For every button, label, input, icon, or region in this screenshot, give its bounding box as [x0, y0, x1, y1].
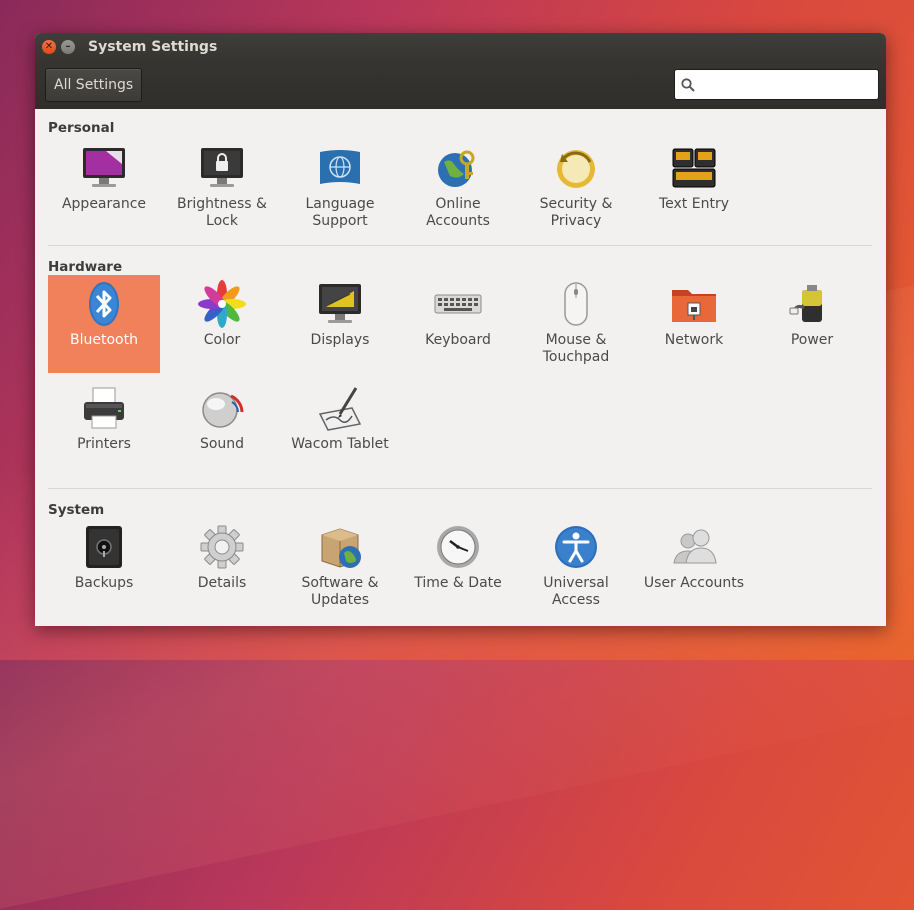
- item-label: Mouse & Touchpad: [542, 332, 610, 365]
- online-accounts-icon: [434, 144, 482, 192]
- user-accounts-icon: [670, 523, 718, 571]
- item-label: Time & Date: [414, 575, 502, 591]
- minimize-button[interactable]: –: [61, 39, 75, 54]
- bluetooth-icon: [80, 280, 128, 328]
- toolbar: All Settings: [35, 60, 886, 109]
- mouse-icon: [552, 280, 600, 328]
- item-universal-access[interactable]: Universal Access: [520, 518, 632, 616]
- item-label: Appearance: [61, 196, 147, 212]
- software-updates-icon: [316, 523, 364, 571]
- settings-panel: Personal Appearance Brightness & Lock La…: [35, 109, 886, 626]
- clock-icon: [434, 523, 482, 571]
- item-power[interactable]: Power: [756, 275, 868, 373]
- power-icon: [788, 280, 836, 328]
- item-language-support[interactable]: Language Support: [284, 139, 396, 237]
- search-input[interactable]: [699, 76, 878, 93]
- search-box[interactable]: [674, 69, 879, 100]
- item-label: Universal Access: [543, 575, 609, 608]
- item-details[interactable]: Details: [166, 518, 278, 616]
- item-color[interactable]: Color: [166, 275, 278, 373]
- item-keyboard[interactable]: Keyboard: [402, 275, 514, 373]
- network-icon: [670, 280, 718, 328]
- item-label: Printers: [77, 436, 131, 452]
- item-online-accounts[interactable]: Online Accounts: [402, 139, 514, 237]
- appearance-icon: [80, 144, 128, 192]
- item-brightness-lock[interactable]: Brightness & Lock: [166, 139, 278, 237]
- section-divider: [48, 245, 872, 246]
- section-title-personal: Personal: [48, 120, 115, 136]
- item-label: User Accounts: [643, 575, 745, 591]
- item-wacom-tablet[interactable]: Wacom Tablet: [284, 379, 396, 477]
- item-appearance[interactable]: Appearance: [48, 139, 160, 237]
- item-displays[interactable]: Displays: [284, 275, 396, 373]
- color-icon: [198, 280, 246, 328]
- security-privacy-icon: [552, 144, 600, 192]
- universal-access-icon: [552, 523, 600, 571]
- backups-icon: [80, 523, 128, 571]
- item-label: Network: [664, 332, 724, 348]
- item-label: Security & Privacy: [539, 196, 613, 229]
- item-label: Details: [197, 575, 247, 591]
- item-label: Power: [790, 332, 834, 348]
- item-label: Sound: [199, 436, 245, 452]
- item-label: Bluetooth: [70, 332, 138, 348]
- text-entry-icon: [670, 144, 718, 192]
- item-label: Keyboard: [425, 332, 491, 348]
- item-text-entry[interactable]: Text Entry: [638, 139, 750, 237]
- section-title-system: System: [48, 502, 105, 518]
- language-support-icon: [316, 144, 364, 192]
- all-settings-button[interactable]: All Settings: [45, 67, 143, 102]
- close-button[interactable]: ✕: [42, 39, 56, 54]
- item-label: Software & Updates: [301, 575, 379, 608]
- item-label: Color: [203, 332, 241, 348]
- close-icon: ✕: [44, 40, 54, 52]
- sound-icon: [198, 384, 246, 432]
- system-settings-window: ✕ – System Settings All Settings Persona…: [35, 33, 886, 626]
- item-label: Text Entry: [658, 196, 729, 212]
- item-network[interactable]: Network: [638, 275, 750, 373]
- section-title-hardware: Hardware: [48, 259, 123, 275]
- details-gear-icon: [198, 523, 246, 571]
- displays-icon: [316, 280, 364, 328]
- item-label: Brightness & Lock: [177, 196, 267, 229]
- item-label: Language Support: [305, 196, 375, 229]
- item-label: Backups: [74, 575, 134, 591]
- item-label: Online Accounts: [426, 196, 490, 229]
- item-label: Wacom Tablet: [291, 436, 389, 452]
- keyboard-icon: [434, 280, 482, 328]
- item-security-privacy[interactable]: Security & Privacy: [520, 139, 632, 237]
- item-software-updates[interactable]: Software & Updates: [284, 518, 396, 616]
- item-sound[interactable]: Sound: [166, 379, 278, 477]
- section-divider: [48, 488, 872, 489]
- printer-icon: [80, 384, 128, 432]
- wacom-tablet-icon: [316, 384, 364, 432]
- item-bluetooth[interactable]: Bluetooth: [48, 275, 160, 373]
- item-printers[interactable]: Printers: [48, 379, 160, 477]
- item-label: Displays: [310, 332, 370, 348]
- window-title: System Settings: [88, 38, 218, 55]
- brightness-lock-icon: [198, 144, 246, 192]
- minimize-icon: –: [65, 40, 71, 52]
- title-bar: ✕ – System Settings: [35, 33, 886, 60]
- item-mouse-touchpad[interactable]: Mouse & Touchpad: [520, 275, 632, 373]
- item-user-accounts[interactable]: User Accounts: [638, 518, 750, 616]
- item-backups[interactable]: Backups: [48, 518, 160, 616]
- search-icon: [681, 77, 695, 92]
- item-time-date[interactable]: Time & Date: [402, 518, 514, 616]
